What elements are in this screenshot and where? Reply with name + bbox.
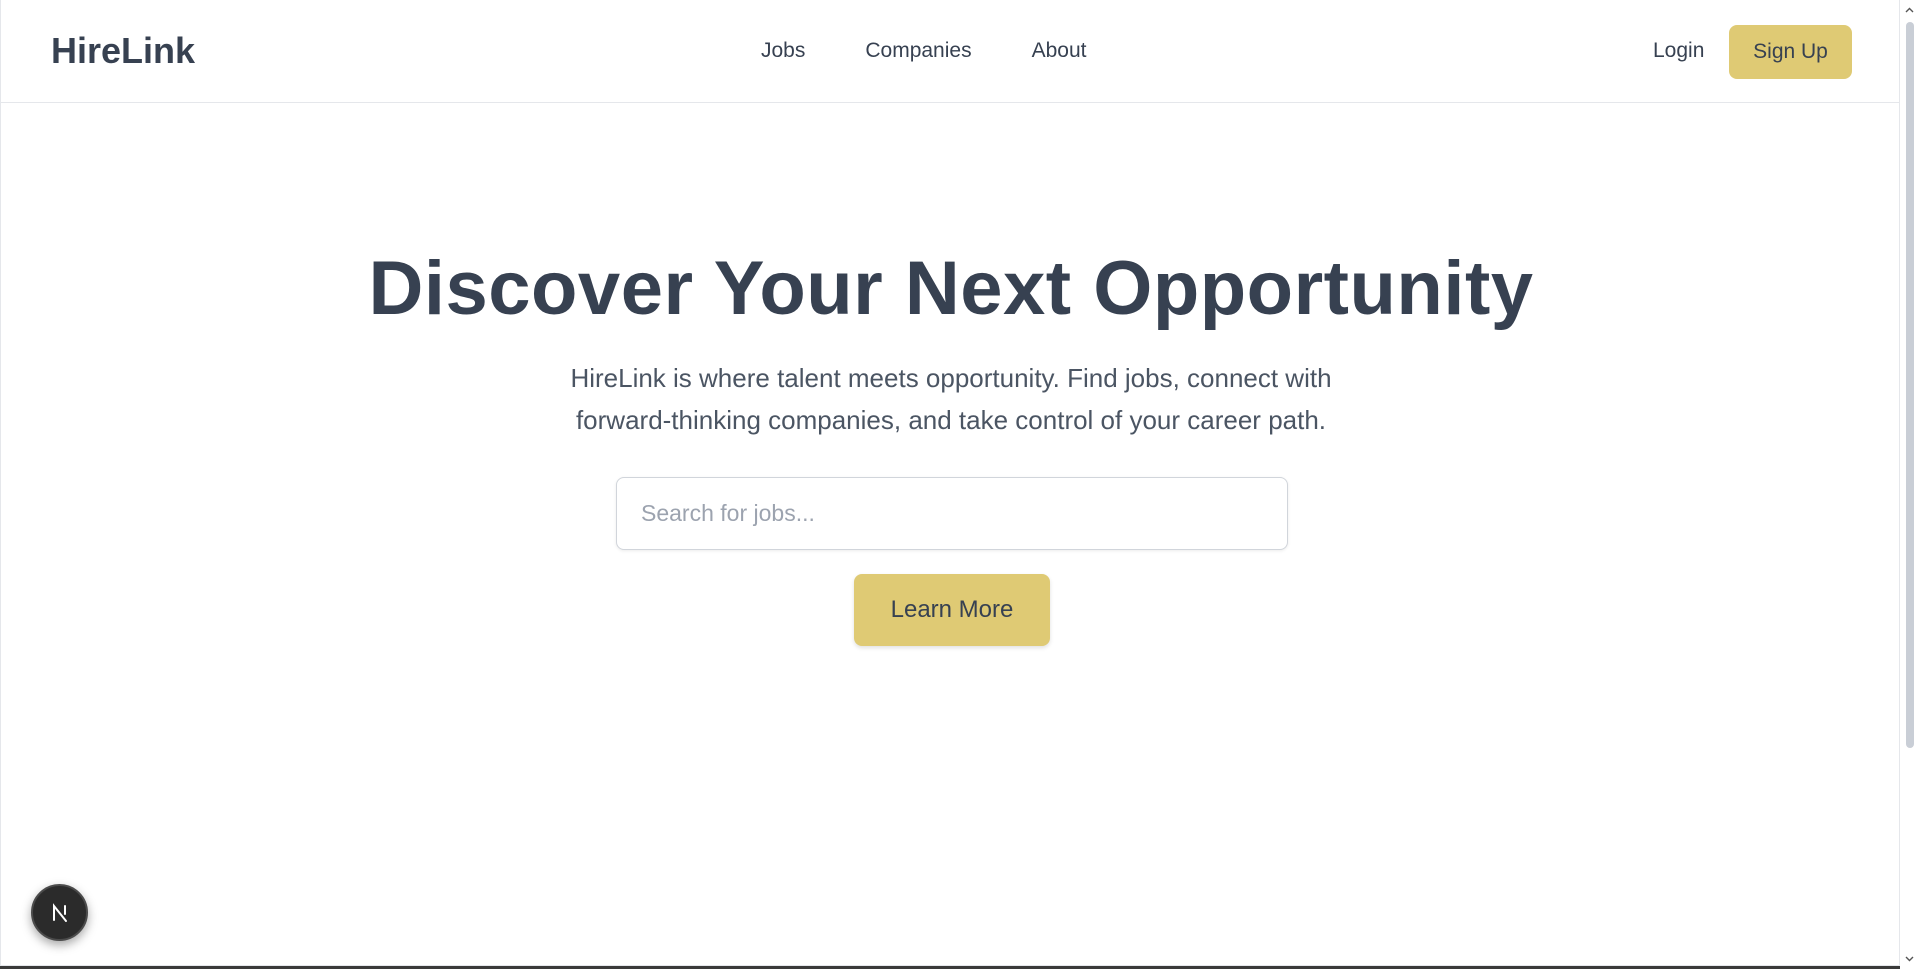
nav-links: Jobs Companies About <box>761 38 1086 64</box>
nav-link-companies[interactable]: Companies <box>865 38 971 64</box>
scrollbar-thumb[interactable] <box>1906 22 1914 748</box>
nextjs-logo-icon <box>52 902 67 922</box>
page-viewport: HireLink Jobs Companies About Login Sign… <box>0 0 1901 966</box>
job-search-input[interactable] <box>616 477 1288 550</box>
brand-logo[interactable]: HireLink <box>51 30 195 72</box>
vertical-scrollbar[interactable] <box>1900 0 1919 969</box>
learn-more-button[interactable]: Learn More <box>854 574 1050 646</box>
chevron-up-icon[interactable] <box>1904 5 1915 16</box>
nav-link-about[interactable]: About <box>1032 38 1087 64</box>
login-link[interactable]: Login <box>1653 38 1704 64</box>
chevron-down-icon[interactable] <box>1904 953 1915 964</box>
signup-button[interactable]: Sign Up <box>1729 25 1852 79</box>
nav-link-jobs[interactable]: Jobs <box>761 38 805 64</box>
nextjs-dev-badge[interactable] <box>31 884 88 941</box>
hero-title: Discover Your Next Opportunity <box>368 246 1534 331</box>
top-navbar: HireLink Jobs Companies About Login Sign… <box>1 0 1901 103</box>
hero-subtitle: HireLink is where talent meets opportuni… <box>570 363 1332 435</box>
